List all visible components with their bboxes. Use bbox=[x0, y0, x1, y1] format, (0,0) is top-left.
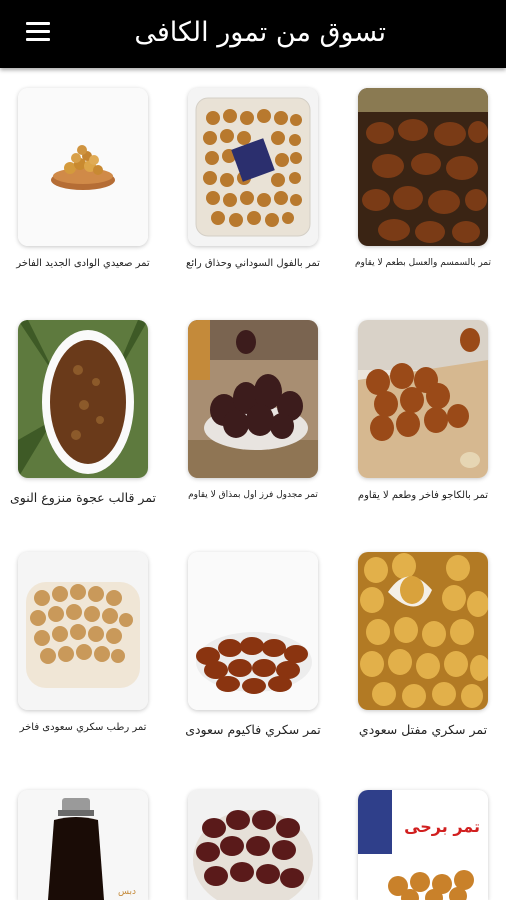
product-name-6[interactable]: تمر بالكاجو فاخر وطعم لا يقاوم bbox=[338, 490, 506, 501]
product-image-6[interactable] bbox=[358, 320, 488, 478]
product-name-9[interactable]: تمر سكري مفتل سعودي bbox=[338, 722, 506, 737]
product-image-11[interactable] bbox=[188, 790, 318, 900]
product-grid: تمر صعيدي الوادى الجديد الفاخر تمر بالفو… bbox=[0, 68, 506, 900]
app-bar: تسوق من تمور الكافى bbox=[0, 0, 506, 68]
product-image-7[interactable] bbox=[18, 552, 148, 710]
product-name-5[interactable]: تمر مجدول فرز اول بمذاق لا يقاوم bbox=[168, 490, 338, 500]
product-image-9[interactable] bbox=[358, 552, 488, 710]
product-image-2[interactable] bbox=[188, 88, 318, 246]
product-name-7[interactable]: تمر رطب سكري سعودى فاخر bbox=[0, 722, 168, 733]
product-image-5[interactable] bbox=[188, 320, 318, 478]
barhi-label: تمر برحى bbox=[404, 817, 480, 836]
product-name-3[interactable]: تمر بالسمسم والعسل بطعم لا يقاوم bbox=[338, 258, 506, 268]
product-name-1[interactable]: تمر صعيدي الوادى الجديد الفاخر bbox=[0, 258, 168, 269]
product-image-8[interactable] bbox=[188, 552, 318, 710]
product-image-10[interactable]: دبس bbox=[18, 790, 148, 900]
product-image-4[interactable] bbox=[18, 320, 148, 478]
dibs-label: دبس bbox=[118, 887, 136, 897]
product-name-4[interactable]: تمر قالب عجوة منزوع النوى bbox=[0, 490, 168, 505]
product-name-8[interactable]: تمر سكري فاكيوم سعودى bbox=[168, 722, 338, 737]
product-image-12[interactable]: تمر برحى bbox=[358, 790, 488, 900]
product-image-1[interactable] bbox=[18, 88, 148, 246]
page-title: تسوق من تمور الكافى bbox=[134, 17, 386, 48]
product-name-2[interactable]: تمر بالفول السوداني وحذاق رائع bbox=[168, 258, 338, 269]
product-image-3[interactable] bbox=[358, 88, 488, 246]
menu-icon[interactable] bbox=[22, 18, 58, 50]
